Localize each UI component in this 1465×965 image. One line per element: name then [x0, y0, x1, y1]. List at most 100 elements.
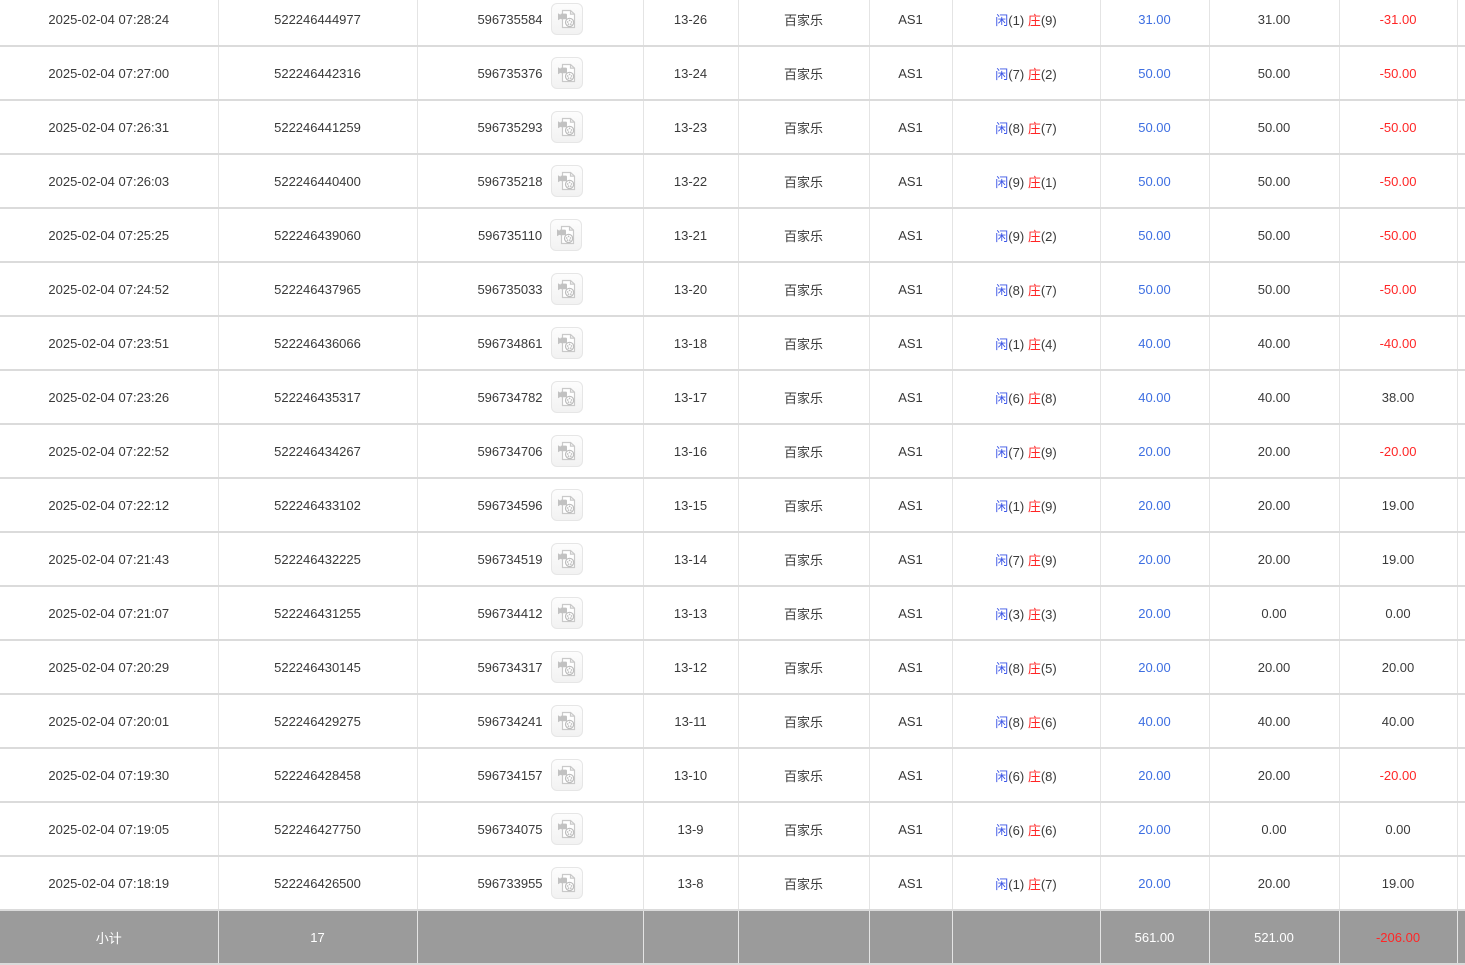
game-number: 596733955	[477, 876, 542, 891]
bet-amount-cell[interactable]: 40.00	[1100, 694, 1209, 748]
bet-amount-cell[interactable]: 50.00	[1100, 262, 1209, 316]
round-number-cell: 13-20	[643, 262, 738, 316]
bet-time-cell: 2025-02-04 07:28:24	[0, 0, 218, 46]
game-number-cell: 596733955	[417, 856, 643, 910]
video-replay-button[interactable]	[551, 327, 583, 359]
video-replay-button[interactable]	[551, 867, 583, 899]
record-row: 2025-02-04 07:24:52522246437965596735033…	[0, 262, 1465, 316]
banker-score: (9)	[1041, 445, 1057, 460]
table-name-cell: AS1	[869, 100, 952, 154]
bet-amount-cell[interactable]: 40.00	[1100, 370, 1209, 424]
video-replay-button[interactable]	[551, 381, 583, 413]
bet-amount-cell[interactable]: 20.00	[1100, 640, 1209, 694]
valid-amount-cell: 50.00	[1209, 262, 1339, 316]
bet-amount-cell[interactable]: 50.00	[1100, 100, 1209, 154]
valid-amount-cell: 20.00	[1209, 748, 1339, 802]
result-cell: 闲(8) 庄(5)	[952, 640, 1100, 694]
valid-amount-cell: 20.00	[1209, 532, 1339, 586]
round-number-cell: 13-8	[643, 856, 738, 910]
bet-amount-cell[interactable]: 20.00	[1100, 532, 1209, 586]
cut-cell	[1457, 586, 1465, 640]
cut-cell	[1457, 748, 1465, 802]
bet-amount-cell[interactable]: 20.00	[1100, 478, 1209, 532]
bet-time-cell: 2025-02-04 07:23:51	[0, 316, 218, 370]
banker-result-label: 庄	[1028, 337, 1041, 352]
banker-score: (1)	[1041, 175, 1057, 190]
cut-cell	[1457, 316, 1465, 370]
round-number-cell: 13-26	[643, 0, 738, 46]
game-number-cell: 596734782	[417, 370, 643, 424]
bet-id-cell: 522246430145	[218, 640, 417, 694]
video-replay-button[interactable]	[551, 435, 583, 467]
bet-amount-cell[interactable]: 40.00	[1100, 316, 1209, 370]
result-cell: 闲(1) 庄(9)	[952, 0, 1100, 46]
subtotal-row: 小计 17 561.00 521.00 -206.00	[0, 910, 1465, 964]
bet-amount-cell[interactable]: 31.00	[1100, 0, 1209, 46]
bet-amount-cell[interactable]: 20.00	[1100, 424, 1209, 478]
player-score: (7)	[1008, 553, 1024, 568]
video-replay-button[interactable]	[551, 651, 583, 683]
game-type-cell: 百家乐	[738, 316, 869, 370]
player-result-label: 闲	[995, 607, 1008, 622]
player-score: (1)	[1008, 877, 1024, 892]
win-loss-cell: 38.00	[1339, 370, 1457, 424]
video-replay-button[interactable]	[551, 489, 583, 521]
video-replay-button[interactable]	[551, 165, 583, 197]
bet-amount-cell[interactable]: 50.00	[1100, 154, 1209, 208]
player-result-label: 闲	[995, 13, 1008, 28]
table-name-cell: AS1	[869, 532, 952, 586]
game-type-cell: 百家乐	[738, 478, 869, 532]
game-number-cell: 596734519	[417, 532, 643, 586]
video-replay-button[interactable]	[551, 759, 583, 791]
video-replay-button[interactable]	[551, 57, 583, 89]
video-replay-button[interactable]	[551, 597, 583, 629]
bet-time-cell: 2025-02-04 07:23:26	[0, 370, 218, 424]
video-file-icon	[557, 441, 577, 461]
video-replay-button[interactable]	[551, 705, 583, 737]
result-cell: 闲(8) 庄(7)	[952, 262, 1100, 316]
video-replay-button[interactable]	[550, 219, 582, 251]
game-number-wrap: 596735584	[477, 3, 582, 35]
result-cell: 闲(7) 庄(9)	[952, 424, 1100, 478]
game-type-cell: 百家乐	[738, 856, 869, 910]
result-cell: 闲(6) 庄(8)	[952, 370, 1100, 424]
game-number-wrap: 596734157	[477, 759, 582, 791]
video-replay-button[interactable]	[551, 813, 583, 845]
bet-id-cell: 522246444977	[218, 0, 417, 46]
game-number-wrap: 596735376	[477, 57, 582, 89]
subtotal-empty-round	[643, 910, 738, 964]
bet-amount-cell[interactable]: 20.00	[1100, 748, 1209, 802]
round-number-cell: 13-15	[643, 478, 738, 532]
game-number-wrap: 596735110	[478, 219, 582, 251]
player-score: (1)	[1008, 499, 1024, 514]
game-number-wrap: 596734412	[477, 597, 582, 629]
video-file-icon	[557, 603, 577, 623]
game-number: 596735293	[477, 120, 542, 135]
game-type-cell: 百家乐	[738, 100, 869, 154]
win-loss-cell: 0.00	[1339, 802, 1457, 856]
game-type-cell: 百家乐	[738, 154, 869, 208]
round-number-cell: 13-13	[643, 586, 738, 640]
video-replay-button[interactable]	[551, 111, 583, 143]
win-loss-cell: 19.00	[1339, 532, 1457, 586]
bet-amount-cell[interactable]: 50.00	[1100, 46, 1209, 100]
bet-id-cell: 522246428458	[218, 748, 417, 802]
win-loss-cell: -20.00	[1339, 424, 1457, 478]
video-replay-button[interactable]	[551, 273, 583, 305]
bet-amount-cell[interactable]: 20.00	[1100, 802, 1209, 856]
game-number: 596735033	[477, 282, 542, 297]
bet-amount-cell[interactable]: 20.00	[1100, 856, 1209, 910]
subtotal-empty-result	[952, 910, 1100, 964]
bet-amount-cell[interactable]: 50.00	[1100, 208, 1209, 262]
result-cell: 闲(6) 庄(8)	[952, 748, 1100, 802]
bet-amount-cell[interactable]: 20.00	[1100, 586, 1209, 640]
video-replay-button[interactable]	[551, 3, 583, 35]
video-file-icon	[557, 279, 577, 299]
player-score: (8)	[1008, 661, 1024, 676]
game-number: 596734861	[477, 336, 542, 351]
banker-result-label: 庄	[1028, 13, 1041, 28]
game-number: 596734317	[477, 660, 542, 675]
valid-amount-cell: 50.00	[1209, 100, 1339, 154]
player-score: (8)	[1008, 715, 1024, 730]
video-replay-button[interactable]	[551, 543, 583, 575]
